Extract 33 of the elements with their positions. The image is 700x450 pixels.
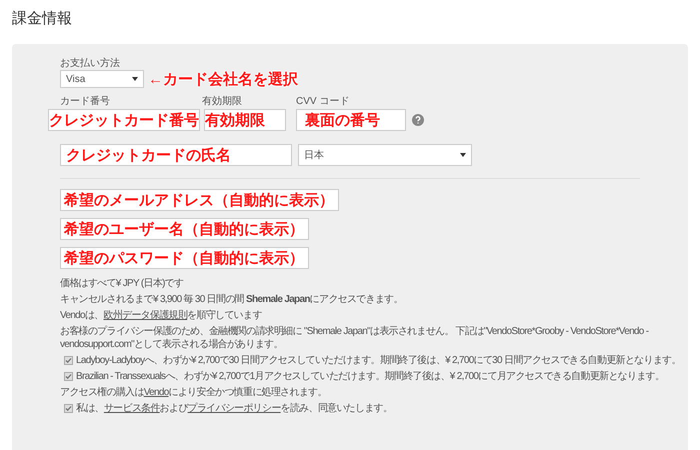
notice-text: アクセス権の購入はVendoにより安全かつ慎重に処理されます。 xyxy=(60,387,327,398)
notice-text: 価格はすべて¥ JPY (日本)です xyxy=(60,278,184,289)
annotation-text: ←カード会社名を選択 xyxy=(148,72,298,86)
expiry-select[interactable]: 有効期限 xyxy=(204,109,286,131)
text-link[interactable]: 欧州データ保護規則 xyxy=(103,310,188,321)
field-label: 有効期限 xyxy=(202,94,243,108)
help-icon[interactable] xyxy=(412,114,424,126)
checkbox[interactable] xyxy=(64,356,73,365)
field-label: CVV コード xyxy=(296,95,350,108)
notice-text: Ladyboy-Ladyboyへ、わずか¥ 2,700で30 日間アクセスしていただけます。期間終了後は、¥ 2,700にて30 日間アクセスできる自動更新となります。 xyxy=(76,354,681,367)
page-title: 課金情報 xyxy=(11,9,73,29)
text-link[interactable]: プライバシーポリシー xyxy=(188,403,281,414)
text-link[interactable]: サービス条件 xyxy=(104,403,160,414)
account-field[interactable]: 希望のパスワード（自動的に表示） xyxy=(60,247,309,269)
account-field[interactable]: 希望のメールアドレス（自動的に表示） xyxy=(60,189,339,211)
card-number-field[interactable]: クレジットカード番号 xyxy=(48,109,200,131)
checkbox[interactable] xyxy=(64,372,73,381)
cardholder-name-field[interactable]: クレジットカードの氏名 xyxy=(60,144,292,166)
notice-text: 私は、サービス条件およびプライバシーポリシーを読み、同意いたします。 xyxy=(76,402,392,415)
text-link[interactable]: Vendo xyxy=(144,387,169,398)
caret-icon xyxy=(460,153,466,157)
country-select[interactable]: 日本 xyxy=(298,144,472,166)
cvv-field[interactable]: 裏面の番号 xyxy=(296,109,406,131)
caret-icon xyxy=(132,77,138,81)
account-field[interactable]: 希望のユーザー名（自動的に表示） xyxy=(60,218,309,240)
payment-select[interactable]: Visa xyxy=(60,70,144,88)
checkbox[interactable] xyxy=(64,404,73,413)
notice-text: Brazilian - Transsexualsへ、わずか¥ 2,700で1月アクセスしていただけます。期間終了後は、¥ 2,700にて月アクセスできる自動更新となります。 xyxy=(76,370,664,383)
field-label: カード番号 xyxy=(60,94,111,108)
notice-text: Vendoは、欧州データ保護規則を順守しています xyxy=(60,310,262,321)
notice-text: キャンセルされるまで¥ 3,900 毎 30 日間の間 Shemale Japanにアクセスできます。 xyxy=(60,294,403,305)
notice-text: お客様のプライバシー保護のため、金融機関の請求明細に "Shemale Japan"は表示されません。 下記は"VendoStore*Grooby - VendoStore*Vendo - vendosupport.com"として表示される場合があります。 xyxy=(60,326,648,350)
field-label: お支払い方法 xyxy=(60,56,121,70)
